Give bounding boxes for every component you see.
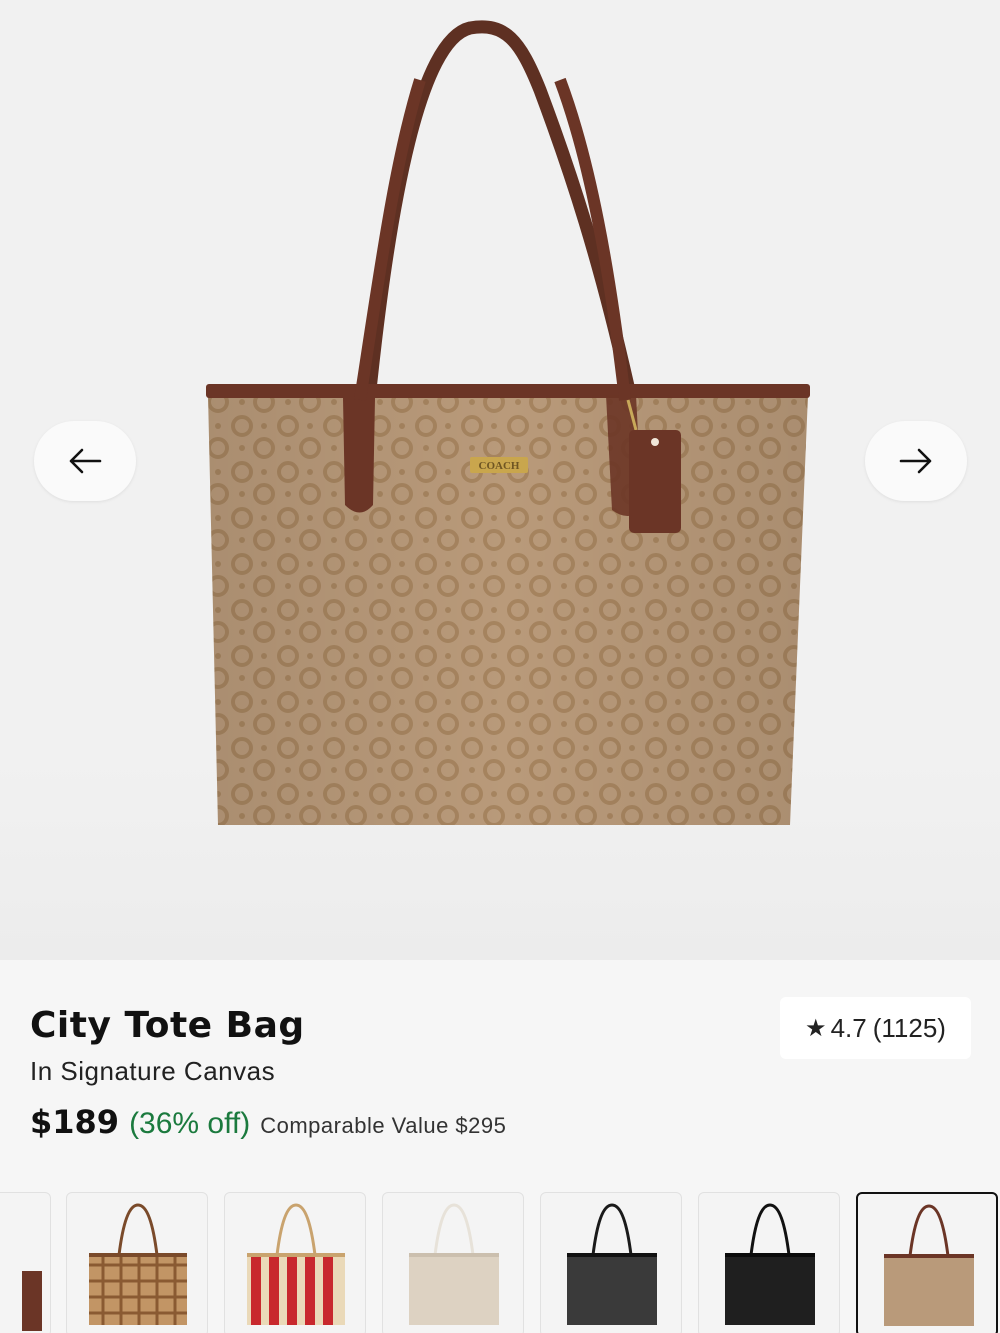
- bag-logo: COACH: [479, 460, 520, 472]
- variant-thumb-black[interactable]: [698, 1192, 840, 1333]
- product-subtitle: In Signature Canvas: [30, 1056, 276, 1086]
- color-variant-list: [0, 1192, 1000, 1333]
- bag-thumbnail: [409, 1203, 499, 1325]
- rating-count: (1125): [872, 1012, 946, 1043]
- product-title: City Tote Bag: [30, 1005, 305, 1046]
- rating-value: 4.7: [830, 1012, 867, 1043]
- sale-price: $189: [30, 1103, 120, 1141]
- variant-thumb-partial[interactable]: [0, 1192, 51, 1333]
- product-image: COACH: [206, 20, 810, 825]
- comparable-value: Comparable Value $295: [260, 1113, 507, 1138]
- variant-thumb-plaid[interactable]: [66, 1192, 208, 1333]
- bag-thumbnail: [247, 1203, 345, 1325]
- rating-badge[interactable]: ★ 4.7 (1125): [780, 997, 971, 1059]
- product-info-panel: City Tote Bag In Signature Canvas $189 (…: [0, 960, 1000, 1333]
- variant-thumb-black-signature[interactable]: [540, 1192, 682, 1333]
- star-icon: ★: [805, 1014, 827, 1042]
- bag-thumbnail: [22, 1271, 42, 1331]
- arrow-right-icon: [899, 448, 932, 474]
- bag-thumbnail: [725, 1203, 815, 1325]
- arrow-left-icon: [69, 448, 102, 474]
- product-image-gallery: COACH: [0, 0, 1000, 960]
- discount-percent: (36% off): [129, 1107, 251, 1140]
- variant-thumb-khaki-saddle[interactable]: [856, 1192, 998, 1333]
- bag-thumbnail: [89, 1203, 187, 1325]
- variant-thumb-light-chalk[interactable]: [382, 1192, 524, 1333]
- bag-thumbnail: [567, 1203, 657, 1325]
- next-image-button[interactable]: [865, 421, 967, 501]
- previous-image-button[interactable]: [34, 421, 136, 501]
- bag-thumbnail: [884, 1204, 974, 1326]
- price-row: $189 (36% off) Comparable Value $295: [30, 1103, 506, 1141]
- variant-thumb-red-stripe[interactable]: [224, 1192, 366, 1333]
